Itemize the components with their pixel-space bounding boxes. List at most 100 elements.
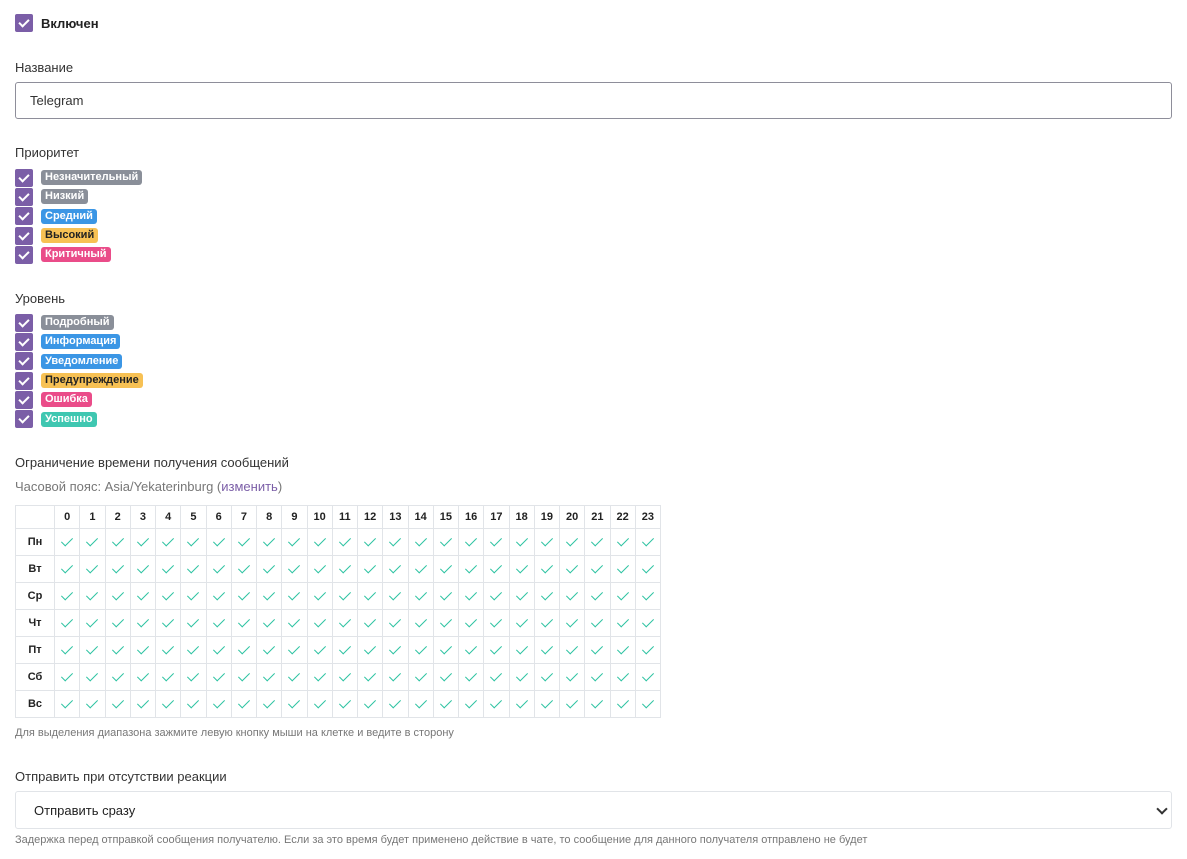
schedule-cell[interactable]	[230, 690, 258, 718]
schedule-cell[interactable]	[407, 690, 434, 718]
schedule-cell[interactable]	[584, 582, 611, 610]
schedule-cell[interactable]	[331, 663, 359, 691]
priority-item[interactable]: Высокий	[15, 226, 142, 245]
schedule-cell[interactable]	[558, 609, 586, 637]
day-header[interactable]: Ср	[15, 582, 55, 610]
schedule-cell[interactable]	[609, 609, 636, 637]
schedule-cell[interactable]	[281, 528, 308, 556]
schedule-cell[interactable]	[255, 609, 283, 637]
schedule-cell[interactable]	[558, 582, 586, 610]
schedule-cell[interactable]	[634, 636, 662, 664]
schedule-cell[interactable]	[331, 528, 359, 556]
schedule-cell[interactable]	[457, 690, 485, 718]
hour-header[interactable]: 7	[230, 505, 258, 529]
schedule-cell[interactable]	[634, 609, 662, 637]
schedule-cell[interactable]	[356, 609, 384, 637]
schedule-cell[interactable]	[457, 636, 485, 664]
schedule-cell[interactable]	[230, 609, 258, 637]
schedule-cell[interactable]	[230, 636, 258, 664]
schedule-cell[interactable]	[584, 636, 611, 664]
schedule-cell[interactable]	[457, 663, 485, 691]
hour-header[interactable]: 19	[533, 505, 561, 529]
schedule-cell[interactable]	[432, 555, 460, 583]
level-item[interactable]: Подробный	[15, 313, 143, 332]
hour-header[interactable]: 16	[457, 505, 485, 529]
schedule-cell[interactable]	[584, 528, 611, 556]
hour-header[interactable]: 23	[634, 505, 662, 529]
schedule-cell[interactable]	[205, 663, 232, 691]
schedule-cell[interactable]	[432, 609, 460, 637]
schedule-cell[interactable]	[281, 582, 308, 610]
enabled-checkbox[interactable]	[15, 14, 33, 32]
priority-item[interactable]: Незначительный	[15, 168, 143, 187]
schedule-cell[interactable]	[306, 663, 333, 691]
timezone-change-link[interactable]: изменить	[221, 479, 278, 494]
schedule-cell[interactable]	[129, 528, 157, 556]
schedule-cell[interactable]	[483, 663, 510, 691]
schedule-cell[interactable]	[180, 636, 207, 664]
schedule-cell[interactable]	[180, 663, 207, 691]
schedule-cell[interactable]	[432, 663, 460, 691]
schedule-cell[interactable]	[508, 582, 535, 610]
schedule-cell[interactable]	[356, 528, 384, 556]
schedule-cell[interactable]	[331, 555, 359, 583]
schedule-cell[interactable]	[634, 690, 662, 718]
schedule-cell[interactable]	[457, 528, 485, 556]
schedule-cell[interactable]	[104, 528, 131, 556]
level-item[interactable]: Предупреждение	[15, 371, 143, 390]
schedule-cell[interactable]	[508, 555, 535, 583]
schedule-cell[interactable]	[281, 636, 308, 664]
schedule-cell[interactable]	[79, 555, 106, 583]
schedule-cell[interactable]	[255, 636, 283, 664]
schedule-cell[interactable]	[584, 555, 611, 583]
schedule-cell[interactable]	[53, 690, 81, 718]
day-header[interactable]: Вс	[15, 690, 55, 718]
schedule-cell[interactable]	[255, 690, 283, 718]
schedule-cell[interactable]	[154, 555, 182, 583]
schedule-cell[interactable]	[255, 555, 283, 583]
hour-header[interactable]: 15	[432, 505, 460, 529]
schedule-cell[interactable]	[205, 582, 232, 610]
schedule-cell[interactable]	[382, 582, 409, 610]
schedule-cell[interactable]	[533, 663, 561, 691]
schedule-cell[interactable]	[331, 582, 359, 610]
schedule-cell[interactable]	[230, 663, 258, 691]
schedule-cell[interactable]	[205, 609, 232, 637]
level-item[interactable]: Успешно	[15, 409, 143, 429]
schedule-cell[interactable]	[508, 528, 535, 556]
schedule-cell[interactable]	[53, 636, 81, 664]
hour-header[interactable]: 22	[609, 505, 636, 529]
hour-header[interactable]: 18	[508, 505, 535, 529]
level-item[interactable]: Уведомление	[15, 352, 143, 371]
schedule-cell[interactable]	[584, 663, 611, 691]
schedule-cell[interactable]	[79, 528, 106, 556]
schedule-cell[interactable]	[432, 636, 460, 664]
schedule-cell[interactable]	[533, 609, 561, 637]
schedule-cell[interactable]	[129, 636, 157, 664]
hour-header[interactable]: 20	[558, 505, 586, 529]
hour-header[interactable]: 10	[306, 505, 333, 529]
schedule-cell[interactable]	[281, 609, 308, 637]
priority-checkbox[interactable]	[15, 207, 33, 226]
schedule-cell[interactable]	[129, 609, 157, 637]
schedule-cell[interactable]	[306, 582, 333, 610]
schedule-cell[interactable]	[129, 690, 157, 718]
schedule-cell[interactable]	[306, 528, 333, 556]
schedule-cell[interactable]	[79, 636, 106, 664]
schedule-cell[interactable]	[154, 528, 182, 556]
schedule-cell[interactable]	[154, 636, 182, 664]
priority-item[interactable]: Средний	[15, 207, 142, 226]
schedule-cell[interactable]	[306, 690, 333, 718]
schedule-cell[interactable]	[432, 528, 460, 556]
schedule-cell[interactable]	[558, 636, 586, 664]
schedule-cell[interactable]	[180, 528, 207, 556]
schedule-cell[interactable]	[331, 609, 359, 637]
level-checkbox[interactable]	[15, 410, 33, 429]
schedule-cell[interactable]	[483, 555, 510, 583]
day-header[interactable]: Вт	[15, 555, 55, 583]
schedule-cell[interactable]	[180, 582, 207, 610]
schedule-cell[interactable]	[104, 663, 131, 691]
schedule-cell[interactable]	[180, 690, 207, 718]
schedule-cell[interactable]	[255, 582, 283, 610]
schedule-cell[interactable]	[356, 636, 384, 664]
